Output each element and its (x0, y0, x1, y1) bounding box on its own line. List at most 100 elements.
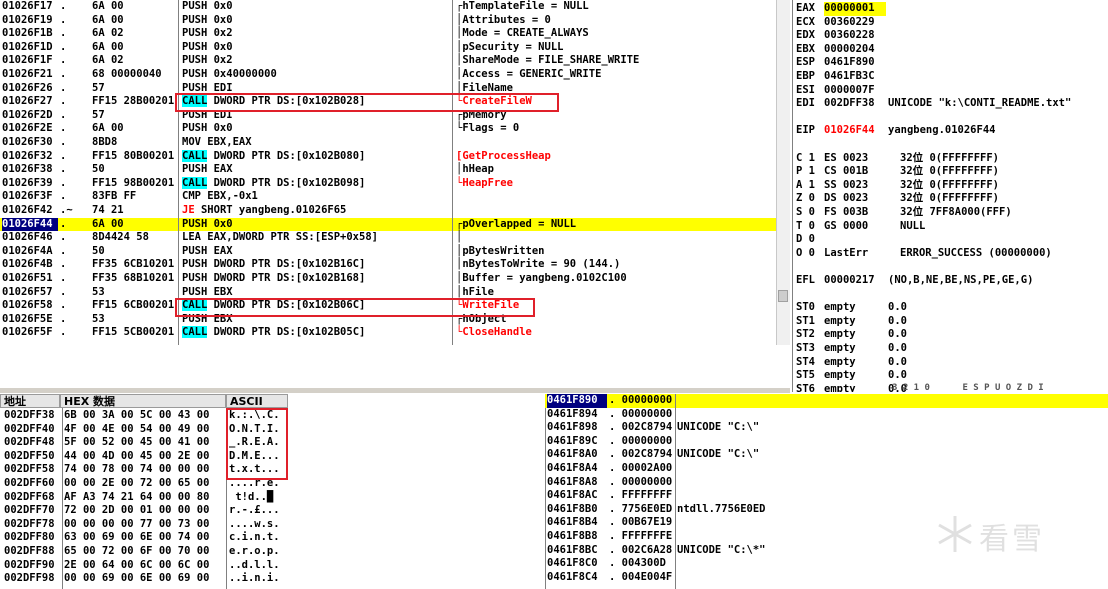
stack-address[interactable]: 0461F890 (547, 394, 607, 408)
instruction-text[interactable]: MOV EBX,EAX (182, 136, 452, 150)
stack-value[interactable]: . 00000000 (609, 408, 677, 422)
instruction-text[interactable]: LEA EAX,DWORD PTR SS:[ESP+0x58] (182, 231, 452, 245)
hex-dump-pane[interactable]: 地址 HEX 数据 ASCII 002DFF38 6B 00 3A 00 5C 0… (0, 394, 290, 589)
dump-ascii[interactable]: ..i.n.i. (229, 572, 289, 586)
stack-value[interactable]: . 004300D (609, 557, 677, 571)
stack-value[interactable]: . 00000000 (609, 394, 677, 408)
register-value[interactable]: empty (824, 383, 886, 392)
register-value[interactable]: 00000204 (824, 43, 886, 57)
instruction-text[interactable]: PUSH EAX (182, 163, 452, 177)
instruction-address[interactable]: 01026F39 (2, 177, 58, 191)
instruction-text[interactable]: CALL DWORD PTR DS:[0x102B080] (182, 149, 452, 164)
disassembly-pane[interactable]: 01026F17. 6A 00 PUSH 0x0 ┌hTemplateFile = N… (0, 0, 790, 345)
dump-row[interactable]: 002DFF78 00 00 00 00 77 00 73 00 ....w.s. (0, 518, 290, 532)
stack-value[interactable]: . FFFFFFFF (609, 489, 677, 503)
register-value[interactable]: 00360228 (824, 29, 886, 43)
stack-address[interactable]: 0461F8C4 (547, 571, 607, 585)
disasm-row[interactable]: 01026F19. 6A 00 PUSH 0x0 │Attributes = 0 (0, 14, 790, 28)
column-header-hex[interactable]: HEX 数据 (60, 394, 226, 408)
dump-hex-bytes[interactable]: 5F 00 52 00 45 00 41 00 (64, 436, 224, 450)
column-header-address[interactable]: 地址 (0, 394, 60, 408)
instruction-text[interactable]: PUSH 0x2 (182, 54, 452, 68)
dump-address[interactable]: 002DFF88 (4, 545, 62, 559)
dump-address[interactable]: 002DFF58 (4, 463, 62, 477)
instruction-text[interactable]: PUSH 0x0 (182, 122, 452, 136)
disasm-row[interactable]: 01026F4B. FF35 6CB10201 PUSH DWORD PTR DS:… (0, 258, 790, 272)
instruction-address[interactable]: 01026F2E (2, 122, 58, 136)
stack-row[interactable]: 0461F890. 00000000 (545, 394, 1108, 408)
instruction-address[interactable]: 01026F46 (2, 231, 58, 245)
instruction-address[interactable]: 01026F58 (2, 299, 58, 313)
disasm-row[interactable]: 01026F51. FF35 68B10201 PUSH DWORD PTR DS:… (0, 272, 790, 286)
register-value[interactable]: 00360229 (824, 16, 886, 30)
stack-address[interactable]: 0461F8BC (547, 544, 607, 558)
disasm-row[interactable]: 01026F3F. 83FB FF CMP EBX,-0x1 (0, 190, 790, 204)
instruction-address[interactable]: 01026F32 (2, 150, 58, 164)
disasm-row[interactable]: 01026F44. 6A 00 PUSH 0x0 ┌pOverlapped = NUL… (0, 217, 790, 232)
dump-ascii[interactable]: c.i.n.t. (229, 531, 289, 545)
dump-address[interactable]: 002DFF70 (4, 504, 62, 518)
disasm-row[interactable]: 01026F1D. 6A 00 PUSH 0x0 │pSecurity = NULL (0, 41, 790, 55)
instruction-text[interactable]: CMP EBX,-0x1 (182, 190, 452, 204)
register-value[interactable]: 0461F890 (824, 56, 886, 70)
instruction-text[interactable]: PUSH 0x2 (182, 27, 452, 41)
dump-hex-bytes[interactable]: 00 00 00 00 77 00 73 00 (64, 518, 224, 532)
stack-address[interactable]: 0461F8A8 (547, 476, 607, 490)
register-value[interactable]: empty (824, 315, 886, 329)
dump-ascii[interactable]: ....w.s. (229, 518, 289, 532)
instruction-address[interactable]: 01026F5F (2, 326, 58, 340)
stack-value[interactable]: . FFFFFFFE (609, 530, 677, 544)
stack-row[interactable]: 0461F8AC. FFFFFFFF (545, 489, 1108, 503)
instruction-text[interactable]: PUSH 0x0 (182, 218, 452, 232)
dump-hex-bytes[interactable]: AF A3 74 21 64 00 00 80 (64, 491, 224, 505)
stack-value[interactable]: . 7756E0ED (609, 503, 677, 517)
register-value[interactable]: 01026F44 (824, 124, 886, 138)
instruction-address[interactable]: 01026F2D (2, 109, 58, 123)
disasm-row[interactable]: 01026F46. 8D4424 58 LEA EAX,DWORD PTR SS:[… (0, 231, 790, 245)
dump-address[interactable]: 002DFF50 (4, 450, 62, 464)
register-value[interactable]: empty (824, 342, 886, 356)
instruction-text[interactable]: PUSH 0x0 (182, 41, 452, 55)
register-value[interactable]: 00000217 (824, 274, 886, 288)
dump-hex-bytes[interactable]: 72 00 2D 00 01 00 00 00 (64, 504, 224, 518)
disasm-row[interactable]: 01026F38. 50 PUSH EAX │hHeap (0, 163, 790, 177)
dump-row[interactable]: 002DFF88 65 00 72 00 6F 00 70 00 e.r.o.p. (0, 545, 290, 559)
instruction-text[interactable]: PUSH EAX (182, 245, 452, 259)
stack-address[interactable]: 0461F898 (547, 421, 607, 435)
dump-row[interactable]: 002DFF70 72 00 2D 00 01 00 00 00 r.-.£... (0, 504, 290, 518)
dump-address[interactable]: 002DFF68 (4, 491, 62, 505)
column-header-ascii[interactable]: ASCII (226, 394, 288, 408)
register-value[interactable]: LastErr (824, 247, 886, 261)
disasm-row[interactable]: 01026F1B. 6A 02 PUSH 0x2 │Mode = CREATE_ALW… (0, 27, 790, 41)
dump-hex-bytes[interactable]: 74 00 78 00 74 00 00 00 (64, 463, 224, 477)
disasm-row[interactable]: 01026F2E. 6A 00 PUSH 0x0 └Flags = 0 (0, 122, 790, 136)
dump-hex-bytes[interactable]: 4F 00 4E 00 54 00 49 00 (64, 423, 224, 437)
register-value[interactable]: FS 003B (824, 206, 886, 220)
disasm-row[interactable]: 01026F4A. 50 PUSH EAX │pBytesWritten (0, 245, 790, 259)
instruction-address[interactable]: 01026F21 (2, 68, 58, 82)
disasm-row[interactable]: 01026F42 .~ 74 21 JE SHORT yangbeng.01026F6… (0, 204, 790, 218)
dump-hex-bytes[interactable]: 2E 00 64 00 6C 00 6C 00 (64, 559, 224, 573)
dump-ascii[interactable]: ..d.l.l. (229, 559, 289, 573)
instruction-address[interactable]: 01026F38 (2, 163, 58, 177)
instruction-address[interactable]: 01026F57 (2, 286, 58, 300)
instruction-address[interactable]: 01026F5E (2, 313, 58, 327)
instruction-address[interactable]: 01026F26 (2, 82, 58, 96)
register-value[interactable]: empty (824, 356, 886, 370)
disasm-row[interactable]: 01026F1F. 6A 02 PUSH 0x2 │ShareMode = FILE_… (0, 54, 790, 68)
instruction-address[interactable]: 01026F19 (2, 14, 58, 28)
dump-hex-bytes[interactable]: 44 00 4D 00 45 00 2E 00 (64, 450, 224, 464)
register-value[interactable]: GS 0000 (824, 220, 886, 234)
instruction-address[interactable]: 01026F30 (2, 136, 58, 150)
pane-splitter[interactable] (0, 388, 790, 393)
dump-row[interactable]: 002DFF80 63 00 69 00 6E 00 74 00 c.i.n.t. (0, 531, 290, 545)
dump-address[interactable]: 002DFF90 (4, 559, 62, 573)
instruction-text[interactable]: CALL DWORD PTR DS:[0x102B098] (182, 176, 452, 191)
instruction-address[interactable]: 01026F51 (2, 272, 58, 286)
register-value[interactable]: 00000001 (824, 2, 886, 16)
register-value[interactable]: empty (824, 301, 886, 315)
register-value[interactable]: empty (824, 328, 886, 342)
scroll-thumb[interactable] (778, 290, 788, 302)
instruction-address[interactable]: 01026F4B (2, 258, 58, 272)
instruction-address[interactable]: 01026F3F (2, 190, 58, 204)
